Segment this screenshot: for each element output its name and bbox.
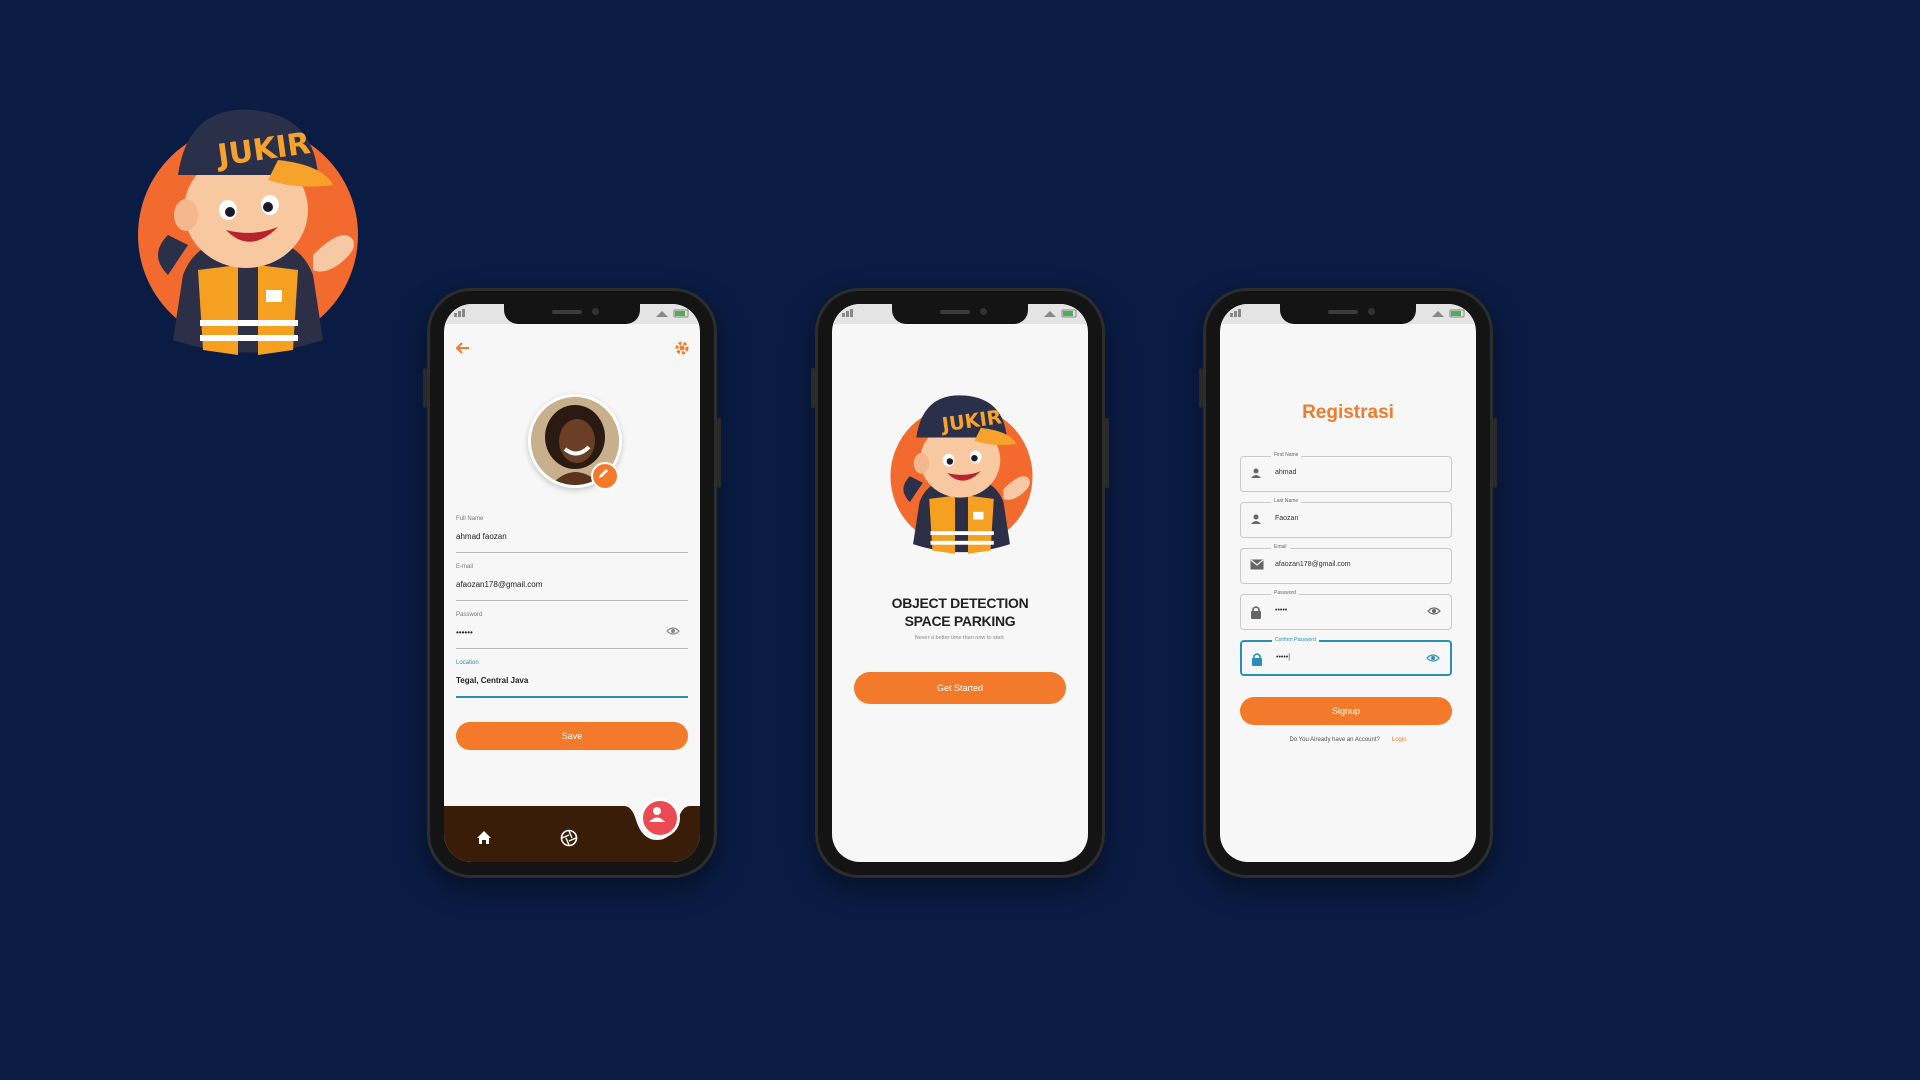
register-screen: Registrasi First Name ahmad Last Name Fa…	[1220, 304, 1476, 862]
login-link[interactable]: Login	[1392, 737, 1407, 743]
field-label: Location	[456, 660, 479, 666]
field-value: ahmad	[1275, 469, 1297, 476]
email-field[interactable]: Email afaozan178@gmail.com	[1240, 544, 1452, 584]
bottom-nav	[444, 798, 700, 862]
last-name-field[interactable]: Last Name Faozan	[1240, 498, 1452, 538]
field-label: Password	[456, 612, 483, 618]
home-icon[interactable]	[476, 830, 492, 845]
signal-icon	[1230, 309, 1241, 317]
location-field[interactable]: Location Tegal, Central Java	[456, 658, 688, 698]
signal-icon	[454, 309, 465, 317]
login-prompt-text: Do You Already have an Account?	[1289, 737, 1380, 743]
field-label: Password	[1271, 590, 1299, 596]
field-label: Last Name	[1271, 498, 1302, 504]
phone-notch	[1280, 304, 1416, 324]
phone-register: Registrasi First Name ahmad Last Name Fa…	[1199, 288, 1497, 878]
confirm-password-field[interactable]: Confirm Password •••••|	[1240, 637, 1452, 676]
person-icon	[1251, 468, 1261, 478]
title-line-2: SPACE PARKING	[904, 613, 1016, 629]
field-label: Full Name	[456, 516, 484, 522]
signal-icon	[842, 309, 853, 317]
field-value: Faozan	[1275, 515, 1299, 522]
phone-welcome: OBJECT DETECTION SPACE PARKING Never a b…	[811, 288, 1109, 878]
pencil-icon[interactable]	[591, 462, 619, 490]
save-button[interactable]: Save	[456, 722, 688, 750]
field-label: Confirm Password	[1272, 637, 1319, 643]
title-line-1: OBJECT DETECTION	[891, 595, 1029, 611]
field-value: •••••|	[1276, 654, 1291, 661]
battery-icon	[1432, 309, 1465, 318]
profile-screen: Full Name ahmad faozan E-mail afaozan178…	[444, 304, 700, 862]
field-label: First Name	[1271, 452, 1302, 458]
arrow-left-icon[interactable]	[456, 342, 470, 354]
jukir-mascot	[890, 395, 1033, 554]
eye-icon[interactable]	[1427, 606, 1441, 616]
signup-button[interactable]: Signup	[1240, 697, 1452, 725]
gear-icon[interactable]	[674, 340, 690, 356]
password-field[interactable]: Password ••••••	[456, 610, 688, 649]
camera-shutter-icon[interactable]	[560, 829, 578, 847]
page-title: Registrasi	[1302, 402, 1394, 423]
field-value: Tegal, Central Java	[456, 676, 529, 685]
field-value: ••••••	[456, 628, 473, 637]
eye-icon[interactable]	[1426, 653, 1440, 663]
battery-icon	[656, 309, 689, 318]
phone-notch	[892, 304, 1028, 324]
field-label: E-mail	[456, 564, 474, 570]
lock-icon	[1251, 606, 1261, 619]
field-value: ahmad faozan	[456, 532, 507, 541]
field-value: •••••	[1275, 607, 1288, 614]
phone-notch	[504, 304, 640, 324]
jukir-mascot-logo	[138, 109, 358, 356]
welcome-screen: OBJECT DETECTION SPACE PARKING Never a b…	[832, 304, 1088, 862]
mail-icon	[1250, 559, 1264, 570]
eye-icon[interactable]	[666, 626, 680, 636]
full-name-field[interactable]: Full Name ahmad faozan	[456, 514, 688, 553]
password-field[interactable]: Password •••••	[1240, 590, 1452, 630]
field-value: afaozan178@gmail.com	[1275, 561, 1351, 568]
email-field[interactable]: E-mail afaozan178@gmail.com	[456, 562, 688, 601]
field-label: Email	[1271, 544, 1290, 550]
app-title: OBJECT DETECTION SPACE PARKING	[832, 594, 1088, 630]
person-icon	[1251, 514, 1261, 524]
person-icon	[649, 807, 665, 822]
field-value: afaozan178@gmail.com	[456, 580, 543, 589]
login-prompt: Do You Already have an Account? Login	[1220, 737, 1476, 743]
get-started-button[interactable]: Get Started	[854, 672, 1066, 704]
phone-profile: Full Name ahmad faozan E-mail afaozan178…	[423, 288, 721, 878]
lock-icon	[1252, 653, 1262, 666]
profile-fab-button[interactable]	[640, 798, 680, 838]
subtitle: Never a better time than now to start.	[914, 635, 1006, 641]
battery-icon	[1044, 309, 1077, 318]
first-name-field[interactable]: First Name ahmad	[1240, 452, 1452, 492]
